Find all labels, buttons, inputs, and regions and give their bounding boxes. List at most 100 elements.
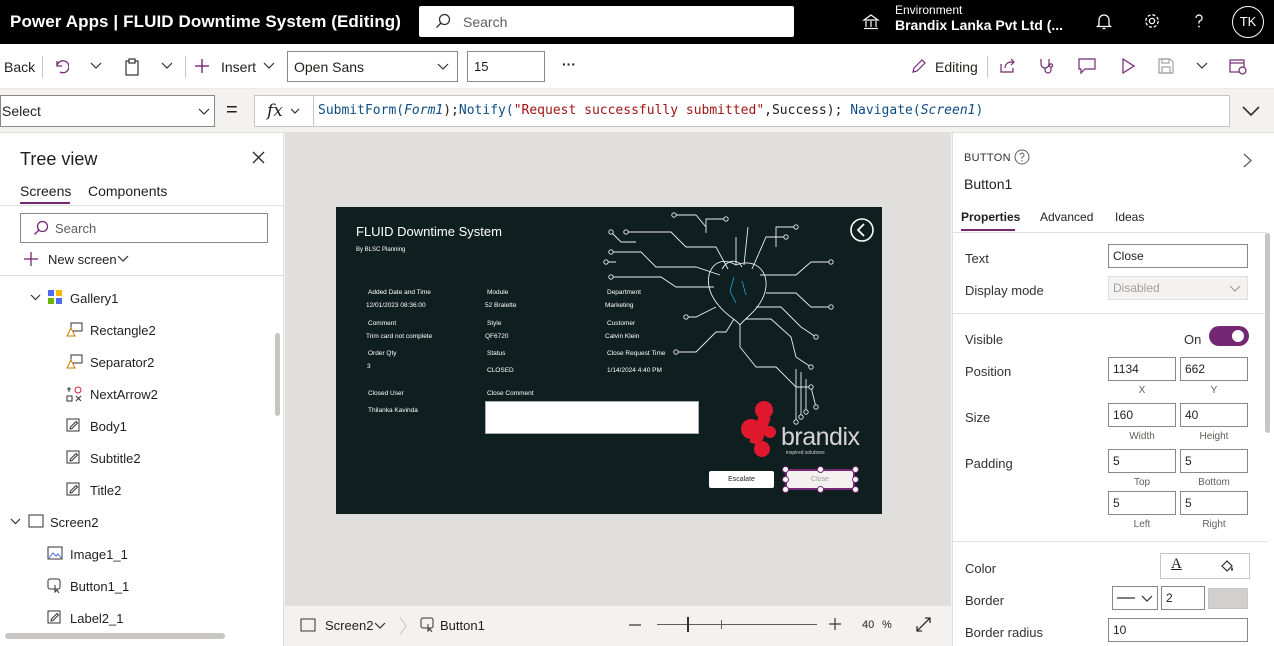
tree-item-nextarrow2[interactable]: NextArrow2 [66,384,266,404]
resize-handle[interactable] [817,486,824,493]
tree-item-label2-1[interactable]: Label2_1 [47,608,267,628]
font-dropdown[interactable]: Open Sans [287,51,458,82]
fit-to-window-icon[interactable] [916,617,931,632]
position-y-input[interactable]: 662 [1180,357,1248,381]
fill-color-bucket-icon[interactable] [1219,558,1235,574]
tree-item-image1-1[interactable]: Image1_1 [47,544,267,564]
border-width-input[interactable]: 2 [1161,586,1205,610]
insert-plus-icon[interactable] [194,58,210,74]
undo-chevron-down-icon[interactable] [90,61,102,71]
paste-chevron-down-icon[interactable] [161,61,173,71]
zoom-slider-track[interactable] [657,624,817,625]
tab-properties[interactable]: Properties [961,210,1020,224]
close-icon[interactable] [252,151,265,164]
comments-icon[interactable] [1078,58,1096,74]
settings-gear-icon[interactable] [1143,12,1161,30]
undo-icon[interactable] [53,58,69,74]
tree-item-body1[interactable]: Body1 [66,416,266,436]
expand-formula-chevron-icon[interactable] [1242,106,1260,117]
properties-scrollbar[interactable] [1265,233,1270,433]
user-avatar[interactable]: TK [1232,6,1264,38]
resize-handle[interactable] [782,476,789,483]
resize-handle[interactable] [782,466,789,473]
size-width-input[interactable]: 160 [1108,403,1176,427]
tree-item-rectangle2[interactable]: Rectangle2 [66,320,266,340]
app-checker-stethoscope-icon[interactable] [1038,57,1056,75]
border-color-swatch[interactable] [1208,588,1248,609]
tab-components[interactable]: Components [88,183,167,199]
formula-input[interactable]: SubmitForm(Form1);Notify("Request succes… [313,95,1230,127]
resize-handle[interactable] [817,466,824,473]
padding-bottom-input[interactable]: 5 [1180,449,1248,473]
resize-handle[interactable] [852,486,859,493]
escalate-button[interactable]: Escalate [709,471,774,488]
tree-item-gallery1[interactable]: Gallery1 [30,288,270,308]
display-mode-dropdown[interactable]: Disabled [1108,276,1248,300]
tree-item-subtitle2[interactable]: Subtitle2 [66,448,266,468]
tab-advanced[interactable]: Advanced [1040,210,1093,224]
chevron-right-icon[interactable] [1243,153,1252,168]
tree-vertical-scrollbar[interactable] [275,333,280,416]
chevron-down-icon[interactable] [374,622,386,630]
more-commands-button[interactable]: ··· [562,56,576,72]
padding-left-input[interactable]: 5 [1108,491,1176,515]
padding-right-input[interactable]: 5 [1180,491,1248,515]
border-style-dropdown[interactable] [1112,586,1158,610]
zoom-in-icon[interactable] [829,618,841,630]
close-comment-input[interactable] [485,401,699,434]
zoom-value[interactable]: 40 [862,619,874,631]
chevron-down-icon[interactable] [30,294,41,301]
environment-label: Environment [895,3,963,17]
tree-item-separator2[interactable]: Separator2 [66,352,266,372]
formula-token: ); [443,103,459,118]
zoom-slider-thumb[interactable] [687,617,689,632]
preview-play-icon[interactable] [1121,58,1135,74]
resize-handle[interactable] [782,486,789,493]
control-name[interactable]: Button1 [964,176,1012,192]
fx-button[interactable]: fx [254,95,314,127]
tab-ideas[interactable]: Ideas [1115,210,1144,224]
editing-status[interactable]: Editing [935,59,978,75]
tree-horizontal-scrollbar[interactable] [5,633,225,639]
environment-icon[interactable] [862,13,880,31]
breadcrumb-control[interactable]: Button1 [440,618,485,633]
back-arrow-icon[interactable] [850,218,874,242]
resize-handle[interactable] [852,476,859,483]
help-icon[interactable] [1190,12,1208,30]
back-button[interactable]: Back [4,59,35,75]
insert-chevron-down-icon[interactable] [263,61,275,71]
font-color-button[interactable]: A [1171,556,1182,573]
resize-handle[interactable] [852,466,859,473]
notification-bell-icon[interactable] [1095,12,1113,30]
tab-screens[interactable]: Screens [20,183,71,199]
help-circle-icon[interactable] [1014,149,1030,165]
insert-button[interactable]: Insert [221,59,256,75]
chevron-down-icon[interactable] [10,518,21,525]
breadcrumb-screen[interactable]: Screen2 [325,618,373,633]
save-icon[interactable] [1158,58,1174,74]
tree-item-button1-1[interactable]: Button1_1 [47,576,267,596]
size-height-input[interactable]: 40 [1180,403,1248,427]
tree-item-screen2[interactable]: Screen2 [10,512,270,532]
border-radius-input[interactable]: 10 [1108,618,1248,642]
padding-top-input[interactable]: 5 [1108,449,1176,473]
solid-line-icon [1117,597,1135,599]
global-search-box[interactable]: Search [419,6,794,37]
paste-clipboard-icon[interactable] [124,58,140,76]
tree-search-input[interactable]: Search [20,213,268,243]
font-size-input[interactable]: 15 [467,51,545,82]
environment-value[interactable]: Brandix Lanka Pvt Ltd (... [895,17,1063,33]
text-input[interactable]: Close [1108,244,1248,268]
formula-token: ,Success); [764,103,851,118]
app-screen-preview[interactable]: FLUID Downtime System By BLSC Planning A… [336,207,882,514]
save-chevron-down-icon[interactable] [1196,61,1208,71]
tree-item-title2[interactable]: Title2 [66,480,266,500]
visible-toggle[interactable] [1209,326,1249,346]
property-dropdown[interactable]: Select [0,95,215,127]
position-x-input[interactable]: 1134 [1108,357,1176,381]
share-icon[interactable] [999,58,1016,74]
publish-icon[interactable] [1229,57,1247,75]
padding-top-caption: Top [1133,477,1151,488]
zoom-out-icon[interactable] [629,624,641,626]
chevron-down-icon [117,255,129,262]
